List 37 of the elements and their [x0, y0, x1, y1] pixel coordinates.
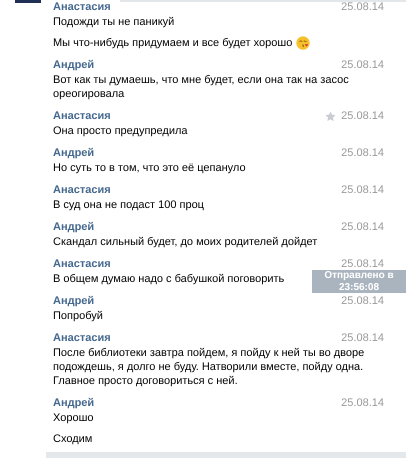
star-icon[interactable]: [325, 110, 336, 122]
message-date: 25.08.14: [341, 221, 384, 233]
message-text: В суд она не подаст 100 проц: [53, 198, 204, 212]
message-text: Подожди ты не паникуй: [53, 15, 174, 29]
message-date: 25.08.14: [341, 184, 384, 196]
message-text: Мы что-нибудь придумаем и все будет хорошо: [53, 36, 292, 50]
author-name[interactable]: Андрей: [53, 295, 94, 307]
message-date: 25.08.14: [341, 295, 384, 307]
message-date: 25.08.14: [341, 397, 384, 409]
message-text: Главное просто договориться с ней.: [53, 374, 238, 388]
message-text: Скандал сильный будет, до моих родителей дойдет: [53, 235, 318, 249]
message-date: 25.08.14: [341, 1, 384, 13]
author-name[interactable]: Анастасия: [53, 258, 111, 270]
author-name[interactable]: Анастасия: [53, 110, 111, 122]
message-date: 25.08.14: [341, 110, 384, 122]
message-text: Попробуй: [53, 309, 103, 323]
tooltip: Отправлено в 23:56:08: [312, 270, 406, 293]
message-date: 25.08.14: [341, 258, 384, 270]
author-name[interactable]: Андрей: [53, 397, 94, 409]
message-text: Вот как ты думаешь, что мне будет, если она так на засос: [53, 73, 349, 87]
author-name[interactable]: Анастасия: [53, 1, 111, 13]
message-date: 25.08.14: [341, 147, 384, 159]
message-text: Она просто предупредила: [53, 124, 188, 138]
message-text: ореогировала: [53, 87, 124, 101]
author-name[interactable]: Андрей: [53, 147, 94, 159]
message-text: Сходим: [53, 432, 92, 446]
message-date: 25.08.14: [341, 59, 384, 71]
message-text: После библиотеки завтра пойдем, я пойду к ней ты во дворе: [53, 346, 364, 360]
author-name[interactable]: Андрей: [53, 59, 94, 71]
message-date: 25.08.14: [341, 332, 384, 344]
message-text: В общем думаю надо с бабушкой поговорить: [53, 272, 284, 286]
message-text: Но суть то в том, что это её цепануло: [53, 161, 246, 175]
author-name[interactable]: Анастасия: [53, 184, 111, 196]
author-name[interactable]: Анастасия: [53, 332, 111, 344]
author-name[interactable]: Андрей: [53, 221, 94, 233]
message-text: подождешь, я долго не буду. Натворили вместе, пойду одна.: [53, 360, 364, 374]
message-text: Хорошо: [53, 411, 94, 425]
